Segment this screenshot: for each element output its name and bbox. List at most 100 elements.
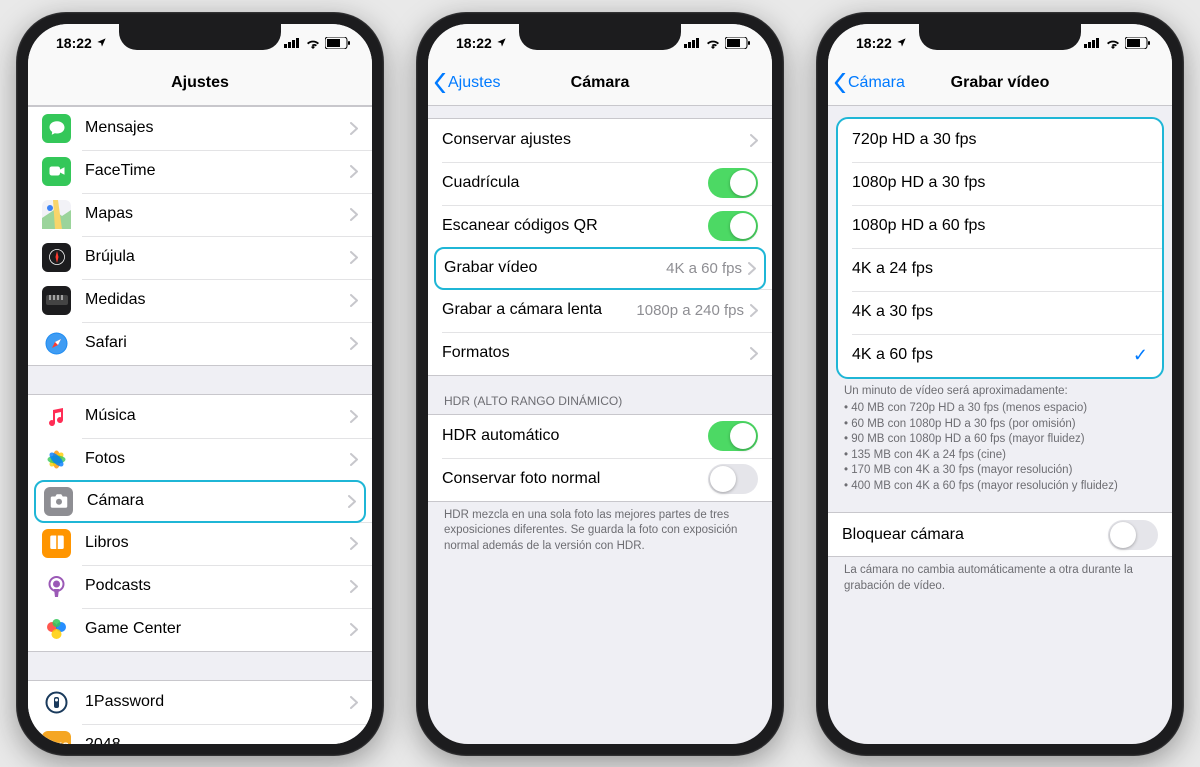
- nav-bar: Ajustes: [28, 62, 372, 106]
- camera-row-escanear-c-digos-qr[interactable]: Escanear códigos QR: [428, 205, 772, 248]
- status-time: 18:22: [856, 35, 892, 51]
- camera-row-grabar-v-deo[interactable]: Grabar vídeo4K a 60 fps: [434, 247, 766, 290]
- meas-icon: [42, 286, 71, 315]
- size-note: Un minuto de vídeo será aproximadamente:…: [828, 378, 1172, 499]
- chevron-right-icon: [750, 304, 758, 317]
- settings-row-mapas[interactable]: Mapas: [28, 193, 372, 236]
- chevron-right-icon: [350, 537, 358, 550]
- nav-bar: Cámara Grabar vídeo: [828, 62, 1172, 106]
- video-option[interactable]: 4K a 60 fps✓: [838, 334, 1162, 377]
- location-icon: [96, 37, 107, 48]
- chevron-right-icon: [350, 623, 358, 636]
- wifi-icon: [305, 37, 321, 49]
- battery-icon: [1125, 37, 1150, 49]
- settings-row-1password[interactable]: 1Password: [28, 681, 372, 724]
- chevron-left-icon: [834, 73, 846, 93]
- settings-row-safari[interactable]: Safari: [28, 322, 372, 365]
- toggle[interactable]: [708, 421, 758, 451]
- chevron-right-icon: [350, 294, 358, 307]
- saf-icon: [42, 329, 71, 358]
- location-icon: [496, 37, 507, 48]
- cam-icon: [44, 487, 73, 516]
- map-icon: [42, 200, 71, 229]
- chevron-right-icon: [350, 410, 358, 423]
- chevron-right-icon: [350, 696, 358, 709]
- camera-row-hdr-autom-tico[interactable]: HDR automático: [428, 415, 772, 458]
- cmp-icon: [42, 243, 71, 272]
- camera-row-grabar-a-c-mara-lenta[interactable]: Grabar a cámara lenta1080p a 240 fps: [428, 289, 772, 332]
- battery-icon: [325, 37, 350, 49]
- video-option[interactable]: 4K a 30 fps: [838, 291, 1162, 334]
- lock-camera-toggle[interactable]: [1108, 520, 1158, 550]
- chevron-right-icon: [350, 165, 358, 178]
- signal-icon: [1084, 37, 1101, 48]
- notch: [519, 24, 681, 50]
- hdr-note: HDR mezcla en una sola foto las mejores …: [428, 502, 772, 565]
- nav-bar: Ajustes Cámara: [428, 62, 772, 106]
- chevron-right-icon: [350, 453, 358, 466]
- back-button[interactable]: Cámara: [834, 62, 905, 105]
- camera-row-formatos[interactable]: Formatos: [428, 332, 772, 375]
- settings-row-libros[interactable]: Libros: [28, 522, 372, 565]
- page-title: Cámara: [571, 74, 630, 92]
- status-time: 18:22: [56, 35, 92, 51]
- settings-row-game-center[interactable]: Game Center: [28, 608, 372, 651]
- chevron-right-icon: [350, 739, 358, 744]
- camera-content: Conservar ajustesCuadrículaEscanear códi…: [428, 106, 772, 744]
- chevron-right-icon: [750, 134, 758, 147]
- ft-icon: [42, 157, 71, 186]
- settings-row-música[interactable]: Música: [28, 395, 372, 438]
- page-title: Ajustes: [171, 74, 229, 92]
- wifi-icon: [705, 37, 721, 49]
- settings-row-brújula[interactable]: Brújula: [28, 236, 372, 279]
- msg-icon: [42, 114, 71, 143]
- book-icon: [42, 529, 71, 558]
- wifi-icon: [1105, 37, 1121, 49]
- settings-row-fotos[interactable]: Fotos: [28, 438, 372, 481]
- video-content: 720p HD a 30 fps1080p HD a 30 fps1080p H…: [828, 106, 1172, 744]
- chevron-right-icon: [350, 208, 358, 221]
- settings-row-cámara[interactable]: Cámara: [34, 480, 366, 523]
- camera-row-conservar-foto-normal[interactable]: Conservar foto normal: [428, 458, 772, 501]
- chevron-right-icon: [350, 580, 358, 593]
- status-time: 18:22: [456, 35, 492, 51]
- signal-icon: [284, 37, 301, 48]
- settings-row-medidas[interactable]: Medidas: [28, 279, 372, 322]
- toggle[interactable]: [708, 211, 758, 241]
- location-icon: [896, 37, 907, 48]
- page-title: Grabar vídeo: [951, 74, 1050, 92]
- settings-row-mensajes[interactable]: Mensajes: [28, 107, 372, 150]
- video-option[interactable]: 1080p HD a 30 fps: [838, 162, 1162, 205]
- notch: [119, 24, 281, 50]
- hdr-section-header: HDR (ALTO RANGO DINÁMICO): [428, 376, 772, 414]
- chevron-right-icon: [750, 347, 758, 360]
- camera-row-conservar-ajustes[interactable]: Conservar ajustes: [428, 119, 772, 162]
- signal-icon: [684, 37, 701, 48]
- phone-camera: 18:22 Ajustes Cámara Conservar ajustesCu…: [416, 12, 784, 756]
- settings-row-facetime[interactable]: FaceTime: [28, 150, 372, 193]
- chevron-right-icon: [748, 262, 756, 275]
- phone-settings: 18:22 Ajustes MensajesFaceTimeMapasBrúju…: [16, 12, 384, 756]
- chevron-right-icon: [348, 495, 356, 508]
- pho-icon: [42, 445, 71, 474]
- toggle[interactable]: [708, 464, 758, 494]
- settings-row-podcasts[interactable]: Podcasts: [28, 565, 372, 608]
- phone-record-video: 18:22 Cámara Grabar vídeo 720p HD a 30 f…: [816, 12, 1184, 756]
- settings-row-2048[interactable]: 20482048: [28, 724, 372, 744]
- chevron-right-icon: [350, 251, 358, 264]
- video-option[interactable]: 720p HD a 30 fps: [838, 119, 1162, 162]
- pod-icon: [42, 572, 71, 601]
- video-option[interactable]: 1080p HD a 60 fps: [838, 205, 1162, 248]
- lock-camera-note: La cámara no cambia automáticamente a ot…: [828, 557, 1172, 604]
- chevron-left-icon: [434, 73, 446, 93]
- svg-text:2048: 2048: [44, 741, 68, 744]
- back-button[interactable]: Ajustes: [434, 62, 500, 105]
- video-option[interactable]: 4K a 24 fps: [838, 248, 1162, 291]
- settings-content: MensajesFaceTimeMapasBrújulaMedidasSafar…: [28, 106, 372, 744]
- notch: [919, 24, 1081, 50]
- check-icon: ✓: [1133, 345, 1148, 366]
- camera-row-cuadr-cula[interactable]: Cuadrícula: [428, 162, 772, 205]
- toggle[interactable]: [708, 168, 758, 198]
- lock-camera-row[interactable]: Bloquear cámara: [828, 513, 1172, 556]
- video-options-highlighted: 720p HD a 30 fps1080p HD a 30 fps1080p H…: [836, 117, 1164, 379]
